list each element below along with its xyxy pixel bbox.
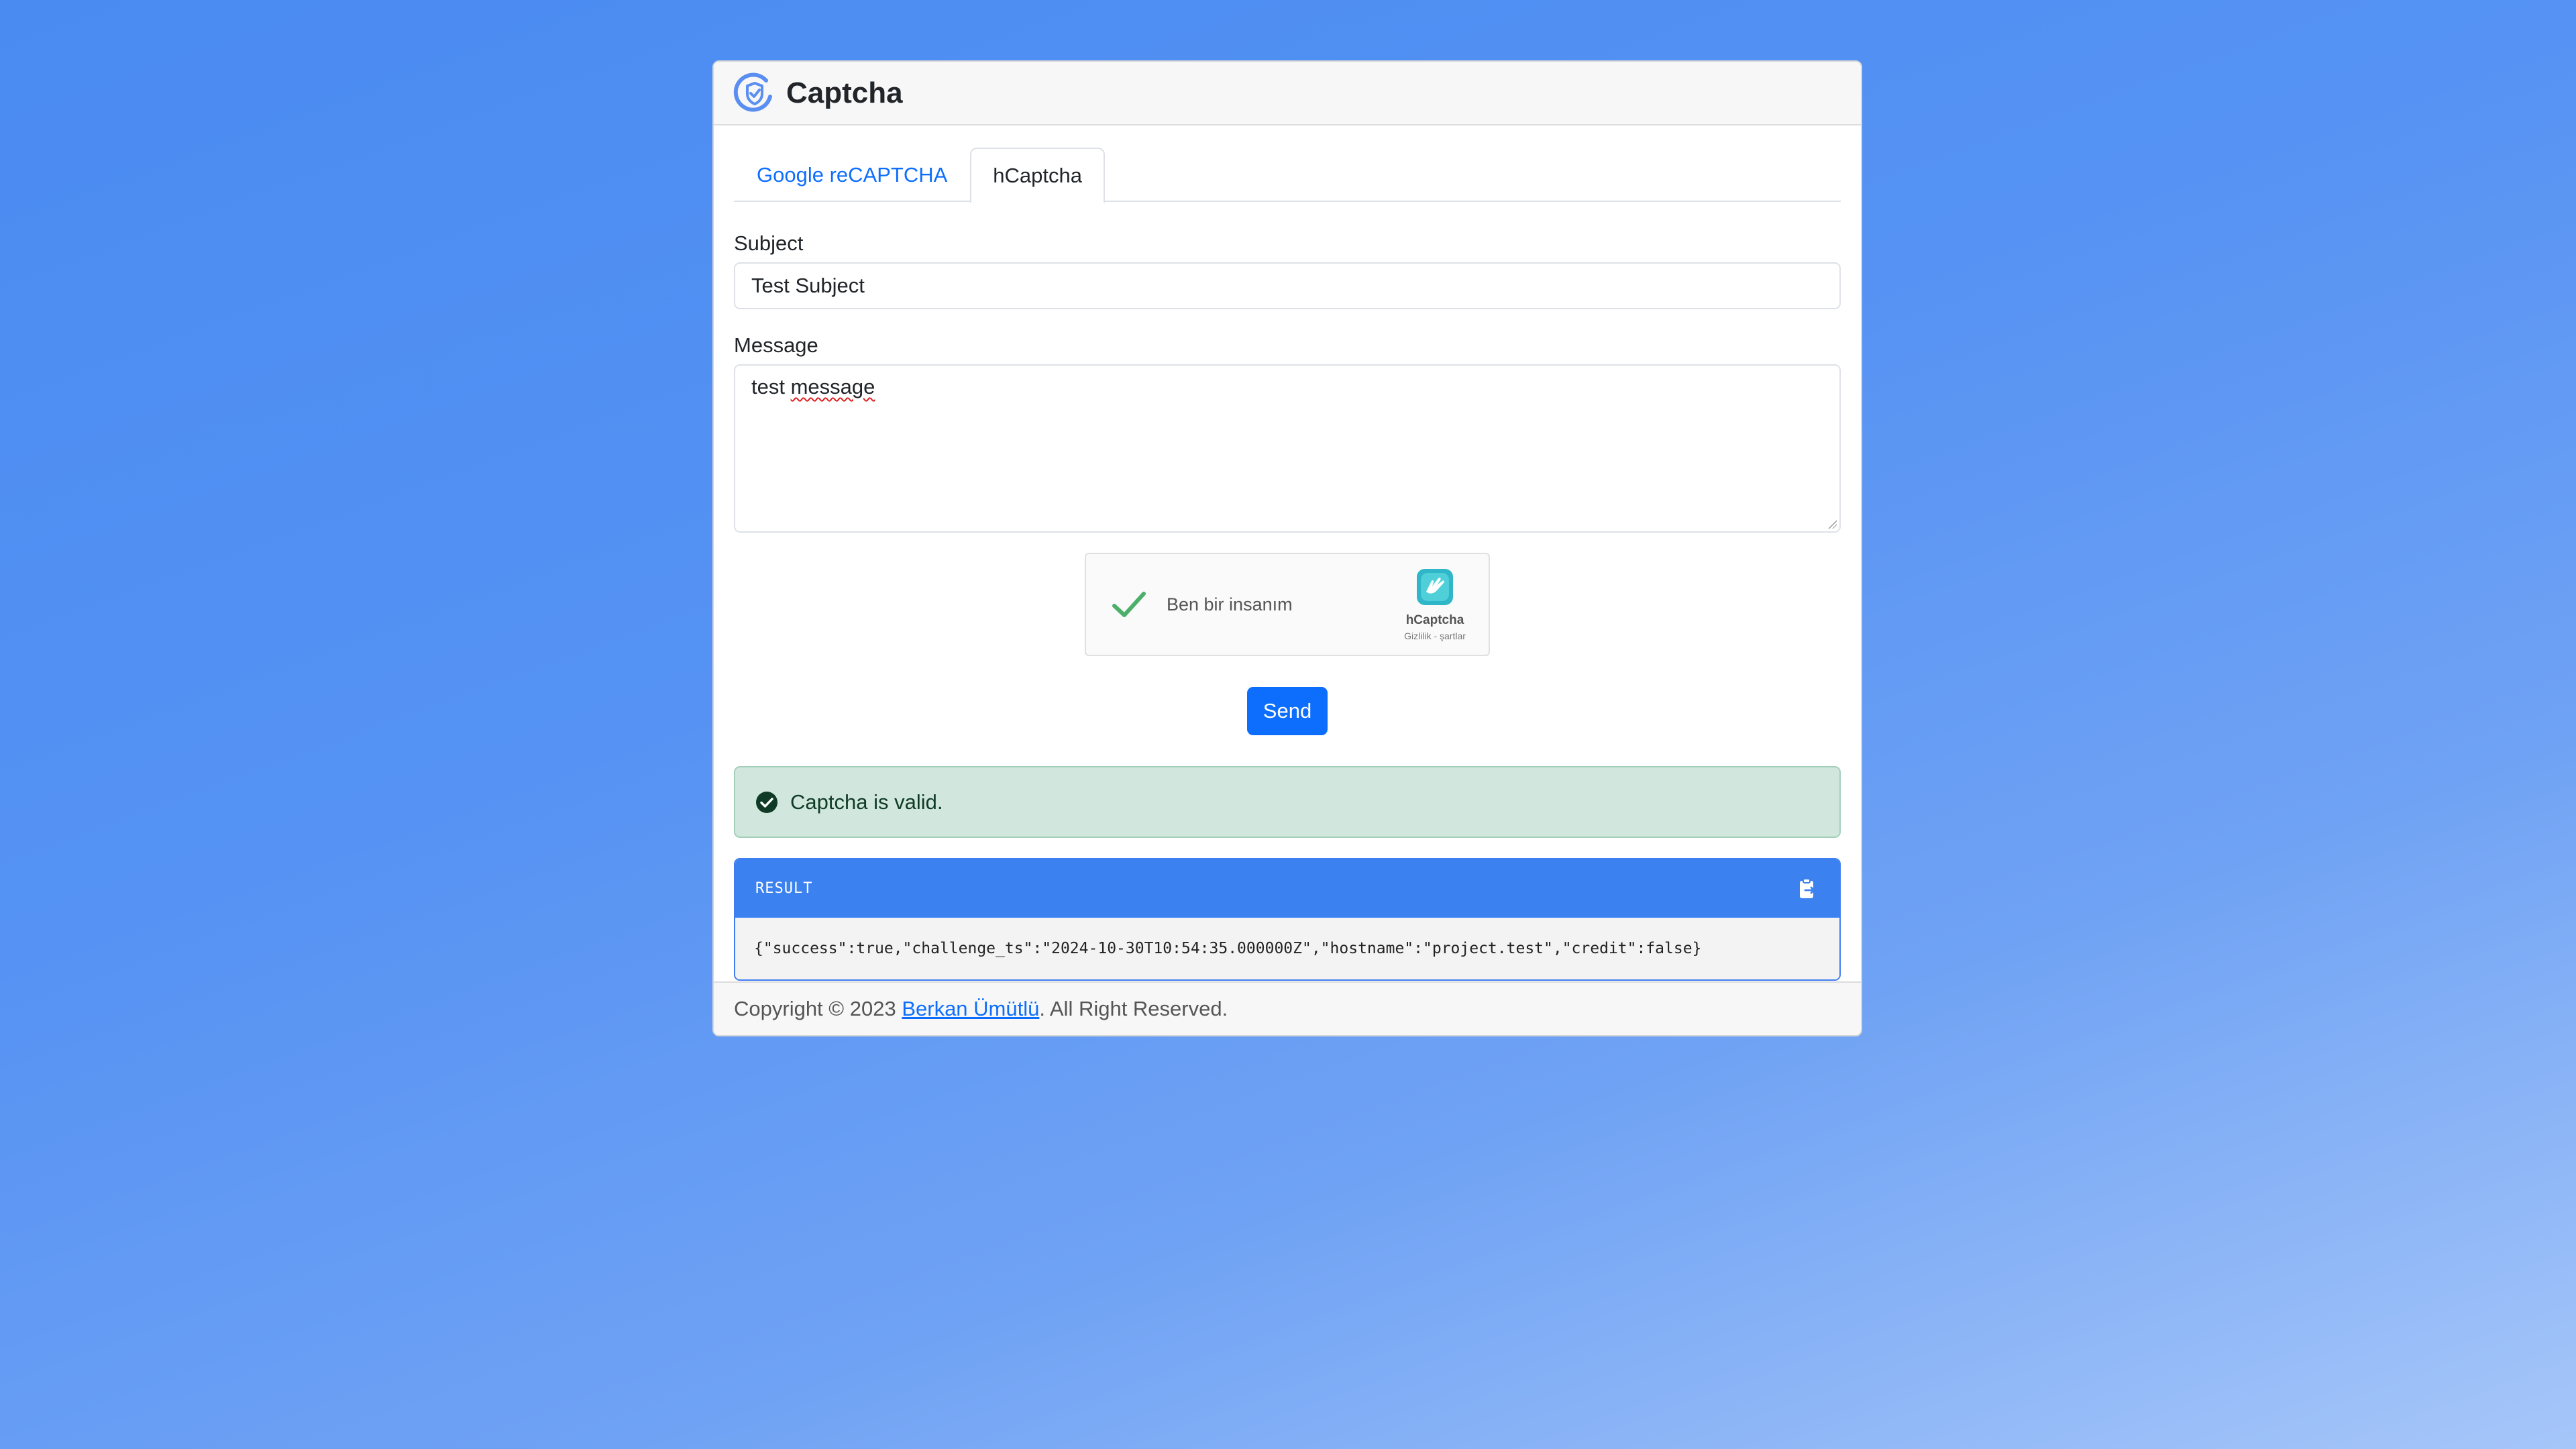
subject-value: Test Subject — [751, 274, 865, 297]
hcaptcha-privacy-terms-link[interactable]: Gizlilik - şartlar — [1395, 631, 1475, 641]
captcha-label: Ben bir insanım — [1167, 594, 1293, 614]
tab-google-recaptcha[interactable]: Google reCAPTCHA — [734, 148, 970, 202]
message-text-plain: test — [751, 375, 791, 398]
card-body: Google reCAPTCHA hCaptcha Subject Test S… — [714, 125, 1861, 981]
result-json: {"success":true,"challenge_ts":"2024-10-… — [735, 918, 1839, 979]
alert-text: Captcha is valid. — [790, 790, 943, 814]
hcaptcha-brand-name: hCaptcha — [1405, 613, 1464, 627]
captcha-shield-icon — [733, 72, 772, 112]
subject-label: Subject — [734, 231, 804, 255]
card-header: Captcha — [714, 62, 1861, 125]
hcaptcha-brand: hCaptcha Gizlilik - şartlar — [1395, 564, 1475, 641]
captcha-valid-alert: Captcha is valid. — [734, 766, 1841, 838]
message-textarea[interactable]: test message — [734, 364, 1841, 533]
subject-input[interactable]: Test Subject — [734, 262, 1841, 309]
result-header: RESULT — [735, 859, 1839, 918]
send-button[interactable]: Send — [1246, 687, 1328, 735]
tab-hcaptcha[interactable]: hCaptcha — [970, 148, 1105, 203]
message-value: test message — [751, 375, 875, 398]
footer-author-link[interactable]: Berkan Ümütlü — [902, 997, 1039, 1021]
footer-prefix: Copyright © 2023 — [734, 997, 902, 1020]
check-circle-icon — [756, 791, 777, 813]
app-title: Captcha — [786, 76, 903, 109]
send-row: Send — [734, 687, 1841, 735]
clipboard-copy-icon[interactable] — [1795, 877, 1819, 901]
hcaptcha-widget[interactable]: Ben bir insanım hCaptcha Gizlilik - şart… — [1085, 553, 1490, 656]
footer-suffix: . All Right Reserved. — [1039, 997, 1228, 1020]
captcha-tabs: Google reCAPTCHA hCaptcha — [734, 148, 1841, 203]
message-text-misspelled: message — [790, 375, 875, 398]
hcaptcha-logo-icon — [1417, 569, 1453, 605]
checkmark-icon[interactable] — [1109, 584, 1149, 625]
message-label: Message — [734, 333, 818, 357]
card-footer: Copyright © 2023 Berkan Ümütlü . All Rig… — [714, 981, 1861, 1035]
captcha-card: Captcha Google reCAPTCHA hCaptcha Subjec… — [712, 60, 1862, 1036]
result-panel: RESULT {"success":true,"challenge_ts":"2… — [734, 858, 1841, 981]
textarea-resize-handle[interactable] — [1827, 519, 1837, 529]
result-title: RESULT — [755, 880, 813, 897]
